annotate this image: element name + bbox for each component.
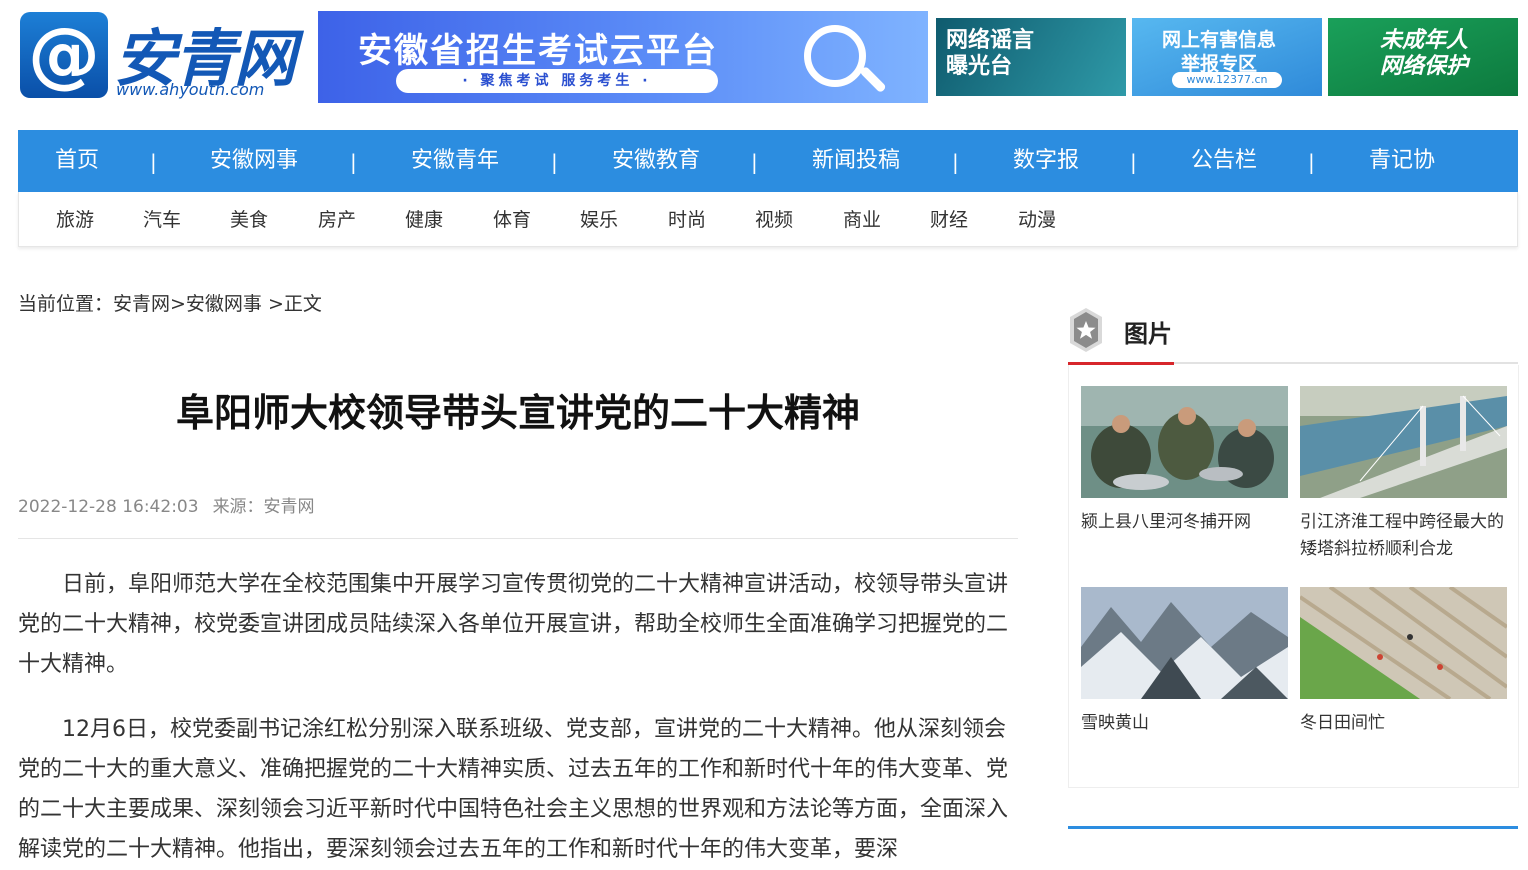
- nav-separator: |: [751, 150, 758, 174]
- main-nav: 首页 | 安徽网事 | 安徽青年 | 安徽教育 | 新闻投稿 | 数字报 | 公…: [18, 130, 1518, 192]
- minor-protection-banner[interactable]: 未成年人 网络保护: [1328, 18, 1518, 96]
- subnav-food[interactable]: 美食: [230, 192, 268, 246]
- bridge-photo[interactable]: [1300, 386, 1507, 498]
- subnav-business[interactable]: 商业: [843, 192, 881, 246]
- harmful-info-report-banner[interactable]: 网上有害信息 举报专区 www.12377.cn: [1132, 18, 1322, 96]
- subnav-health[interactable]: 健康: [405, 192, 443, 246]
- subnav-finance[interactable]: 财经: [930, 192, 968, 246]
- fishing-photo[interactable]: [1081, 386, 1288, 498]
- article-source: 来源：安青网: [212, 497, 315, 517]
- sidebar-next-section-rule: [1068, 826, 1518, 829]
- banner-report-text: 网上有害信息 举报专区: [1162, 29, 1277, 75]
- article-divider: [18, 538, 1018, 539]
- picture-caption[interactable]: 颍上县八里河冬捕开网: [1081, 509, 1296, 536]
- sidebar-title: 图片: [1124, 320, 1172, 348]
- banner-report-url: www.12377.cn: [1172, 72, 1282, 88]
- banner-rumor-text: 网络谣言 曝光台: [946, 28, 1035, 79]
- banner-subtitle: · 聚焦考试 服务考生 ·: [396, 69, 718, 93]
- nav-separator: |: [952, 150, 959, 174]
- article-meta: 2022-12-28 16:42:03 来源：安青网: [18, 492, 329, 517]
- subnav-video[interactable]: 视频: [755, 192, 793, 246]
- banner-minor-text: 未成年人 网络保护: [1380, 28, 1469, 79]
- subnav-realestate[interactable]: 房产: [318, 192, 356, 246]
- rumor-exposure-banner[interactable]: 网络谣言 曝光台: [936, 18, 1126, 96]
- farmland-photo[interactable]: [1300, 587, 1507, 699]
- subnav-auto[interactable]: 汽车: [143, 192, 181, 246]
- picture-caption[interactable]: 冬日田间忙: [1300, 710, 1515, 737]
- banner-title: 安徽省招生考试云平台: [358, 31, 718, 71]
- subnav-travel[interactable]: 旅游: [56, 192, 94, 246]
- nav-anhui-news[interactable]: 安徽网事: [210, 130, 298, 192]
- subnav-entertainment[interactable]: 娱乐: [580, 192, 618, 246]
- subnav-fashion[interactable]: 时尚: [668, 192, 706, 246]
- article-title: 阜阳师大校领导带头宣讲党的二十大精神: [175, 391, 860, 435]
- nav-separator: |: [551, 150, 558, 174]
- logo-url: www.ahyouth.com: [116, 80, 265, 99]
- nav-separator: |: [1308, 150, 1315, 174]
- sub-nav: 旅游 汽车 美食 房产 健康 体育 娱乐 时尚 视频 商业 财经 动漫: [18, 192, 1518, 247]
- star-badge-icon: [1070, 308, 1102, 352]
- exam-platform-banner[interactable]: 安徽省招生考试云平台 · 聚焦考试 服务考生 ·: [318, 11, 928, 103]
- nav-separator: |: [350, 150, 357, 174]
- magnifier-handle: [859, 65, 887, 94]
- nav-separator: |: [1130, 150, 1137, 174]
- nav-anhui-education[interactable]: 安徽教育: [612, 130, 700, 192]
- article-paragraph: 12月6日，校党委副书记涂红松分别深入联系班级、党支部，宣讲党的二十大精神。他从…: [18, 717, 1009, 862]
- article-paragraph: 日前，阜阳师范大学在全校范围集中开展学习宣传贯彻党的二十大精神宣讲活动，校领导带…: [18, 572, 1009, 677]
- picture-caption[interactable]: 引江济淮工程中跨径最大的矮塔斜拉桥顺利合龙: [1300, 509, 1515, 563]
- subnav-sports[interactable]: 体育: [493, 192, 531, 246]
- nav-separator: |: [150, 150, 157, 174]
- nav-news-submit[interactable]: 新闻投稿: [812, 130, 900, 192]
- breadcrumb[interactable]: 当前位置：安青网>安徽网事 >正文: [18, 289, 322, 316]
- nav-bulletin[interactable]: 公告栏: [1191, 130, 1257, 192]
- picture-caption[interactable]: 雪映黄山: [1081, 710, 1296, 737]
- nav-digital-paper[interactable]: 数字报: [1013, 130, 1079, 192]
- article-datetime: 2022-12-28 16:42:03: [18, 497, 199, 517]
- nav-anhui-youth[interactable]: 安徽青年: [411, 130, 499, 192]
- nav-journalist-assoc[interactable]: 青记协: [1369, 130, 1435, 192]
- magnifier-icon: [804, 25, 866, 87]
- logo-at-icon[interactable]: @: [20, 12, 108, 98]
- mountain-snow-photo[interactable]: [1081, 587, 1288, 699]
- subnav-anime[interactable]: 动漫: [1018, 192, 1056, 246]
- nav-home[interactable]: 首页: [55, 130, 99, 192]
